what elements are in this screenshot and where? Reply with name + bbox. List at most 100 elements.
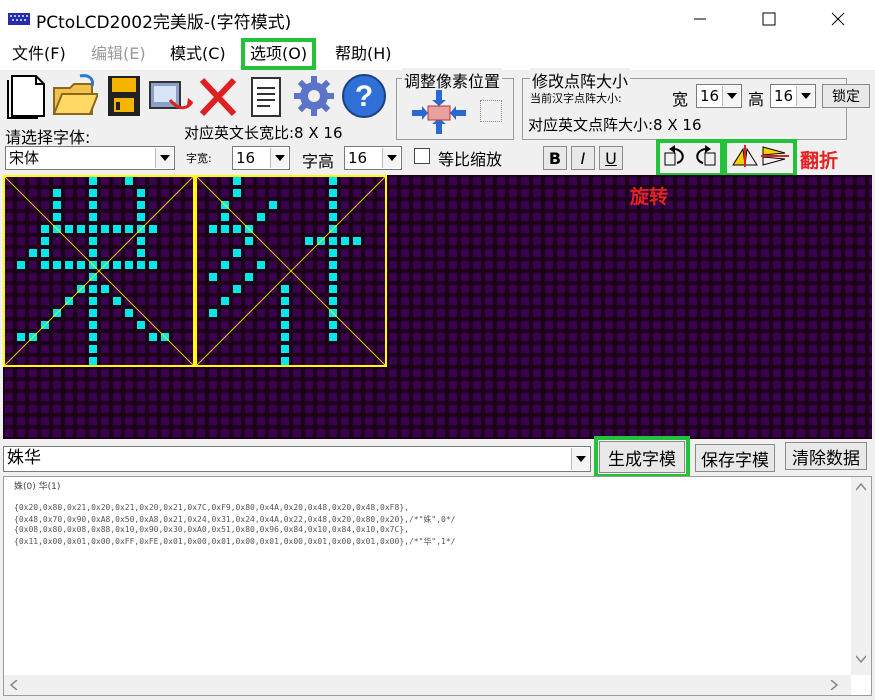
- pixel-off[interactable]: [101, 393, 109, 401]
- pixel-off[interactable]: [161, 381, 169, 389]
- pixel-off[interactable]: [413, 249, 421, 257]
- pixel-off[interactable]: [497, 345, 505, 353]
- pixel-on[interactable]: [125, 309, 133, 317]
- pixel-off[interactable]: [173, 285, 181, 293]
- pixel-off[interactable]: [449, 273, 457, 281]
- pixel-off[interactable]: [713, 345, 721, 353]
- pixel-off[interactable]: [41, 189, 49, 197]
- pixel-off[interactable]: [509, 357, 517, 365]
- pixel-off[interactable]: [449, 345, 457, 353]
- close-button[interactable]: [809, 0, 867, 38]
- pixel-off[interactable]: [269, 429, 277, 437]
- pixel-off[interactable]: [473, 333, 481, 341]
- pixel-off[interactable]: [17, 405, 25, 413]
- pixel-off[interactable]: [449, 237, 457, 245]
- pixel-off[interactable]: [845, 201, 853, 209]
- pixel-off[interactable]: [29, 429, 37, 437]
- pixel-off[interactable]: [197, 321, 205, 329]
- pixel-off[interactable]: [365, 369, 373, 377]
- pixel-off[interactable]: [473, 297, 481, 305]
- pixel-off[interactable]: [269, 309, 277, 317]
- pixel-off[interactable]: [521, 381, 529, 389]
- pixel-off[interactable]: [293, 309, 301, 317]
- pixel-off[interactable]: [5, 381, 13, 389]
- pixel-off[interactable]: [557, 393, 565, 401]
- pixel-off[interactable]: [329, 417, 337, 425]
- delete-x-icon[interactable]: [196, 72, 242, 120]
- pixel-off[interactable]: [785, 381, 793, 389]
- pixel-off[interactable]: [449, 201, 457, 209]
- pixel-off[interactable]: [569, 309, 577, 317]
- pixel-off[interactable]: [185, 261, 193, 269]
- pixel-off[interactable]: [833, 309, 841, 317]
- pixel-off[interactable]: [773, 189, 781, 197]
- pixel-off[interactable]: [185, 393, 193, 401]
- pixel-off[interactable]: [257, 393, 265, 401]
- pixel-off[interactable]: [341, 189, 349, 197]
- pixel-off[interactable]: [305, 189, 313, 197]
- gear-icon[interactable]: [292, 72, 338, 120]
- pixel-off[interactable]: [389, 225, 397, 233]
- pixel-off[interactable]: [821, 429, 829, 437]
- pixel-off[interactable]: [809, 309, 817, 317]
- pixel-off[interactable]: [449, 225, 457, 233]
- pixel-off[interactable]: [281, 237, 289, 245]
- pixel-off[interactable]: [485, 405, 493, 413]
- pixel-off[interactable]: [425, 333, 433, 341]
- pixel-off[interactable]: [725, 369, 733, 377]
- pixel-off[interactable]: [161, 405, 169, 413]
- pixel-off[interactable]: [341, 369, 349, 377]
- pixel-off[interactable]: [677, 189, 685, 197]
- pixel-off[interactable]: [737, 225, 745, 233]
- pixel-off[interactable]: [401, 297, 409, 305]
- pixel-off[interactable]: [737, 261, 745, 269]
- pixel-off[interactable]: [485, 321, 493, 329]
- pixel-off[interactable]: [461, 429, 469, 437]
- pixel-off[interactable]: [605, 417, 613, 425]
- pixel-off[interactable]: [317, 405, 325, 413]
- pixel-off[interactable]: [605, 177, 613, 185]
- pixel-off[interactable]: [185, 189, 193, 197]
- pixel-off[interactable]: [761, 177, 769, 185]
- pixel-off[interactable]: [749, 345, 757, 353]
- pixel-off[interactable]: [533, 369, 541, 377]
- pixel-off[interactable]: [629, 213, 637, 221]
- pixel-off[interactable]: [401, 345, 409, 353]
- pixel-off[interactable]: [209, 369, 217, 377]
- pixel-off[interactable]: [689, 285, 697, 293]
- pixel-on[interactable]: [77, 261, 85, 269]
- pixel-off[interactable]: [845, 225, 853, 233]
- pixel-off[interactable]: [101, 297, 109, 305]
- pixel-off[interactable]: [281, 381, 289, 389]
- pixel-off[interactable]: [17, 297, 25, 305]
- pixel-off[interactable]: [341, 357, 349, 365]
- pixel-off[interactable]: [389, 369, 397, 377]
- pixel-off[interactable]: [713, 417, 721, 425]
- pixel-off[interactable]: [209, 333, 217, 341]
- pixel-off[interactable]: [773, 309, 781, 317]
- pixel-off[interactable]: [821, 333, 829, 341]
- pixel-off[interactable]: [113, 213, 121, 221]
- pixel-off[interactable]: [581, 213, 589, 221]
- maximize-button[interactable]: [740, 0, 798, 38]
- pixel-off[interactable]: [401, 369, 409, 377]
- pixel-on[interactable]: [329, 333, 337, 341]
- pixel-off[interactable]: [233, 429, 241, 437]
- pixel-off[interactable]: [665, 321, 673, 329]
- pixel-off[interactable]: [833, 237, 841, 245]
- pixel-off[interactable]: [461, 417, 469, 425]
- pixel-off[interactable]: [545, 225, 553, 233]
- pixel-off[interactable]: [389, 249, 397, 257]
- pixel-off[interactable]: [773, 213, 781, 221]
- pixel-off[interactable]: [701, 213, 709, 221]
- pixel-off[interactable]: [857, 429, 865, 437]
- pixel-off[interactable]: [749, 321, 757, 329]
- pixel-on[interactable]: [233, 189, 241, 197]
- pixel-off[interactable]: [293, 177, 301, 185]
- pixel-off[interactable]: [365, 321, 373, 329]
- pixel-off[interactable]: [833, 273, 841, 281]
- pixel-on[interactable]: [89, 225, 97, 233]
- pixel-off[interactable]: [677, 201, 685, 209]
- pixel-off[interactable]: [413, 285, 421, 293]
- pixel-off[interactable]: [629, 345, 637, 353]
